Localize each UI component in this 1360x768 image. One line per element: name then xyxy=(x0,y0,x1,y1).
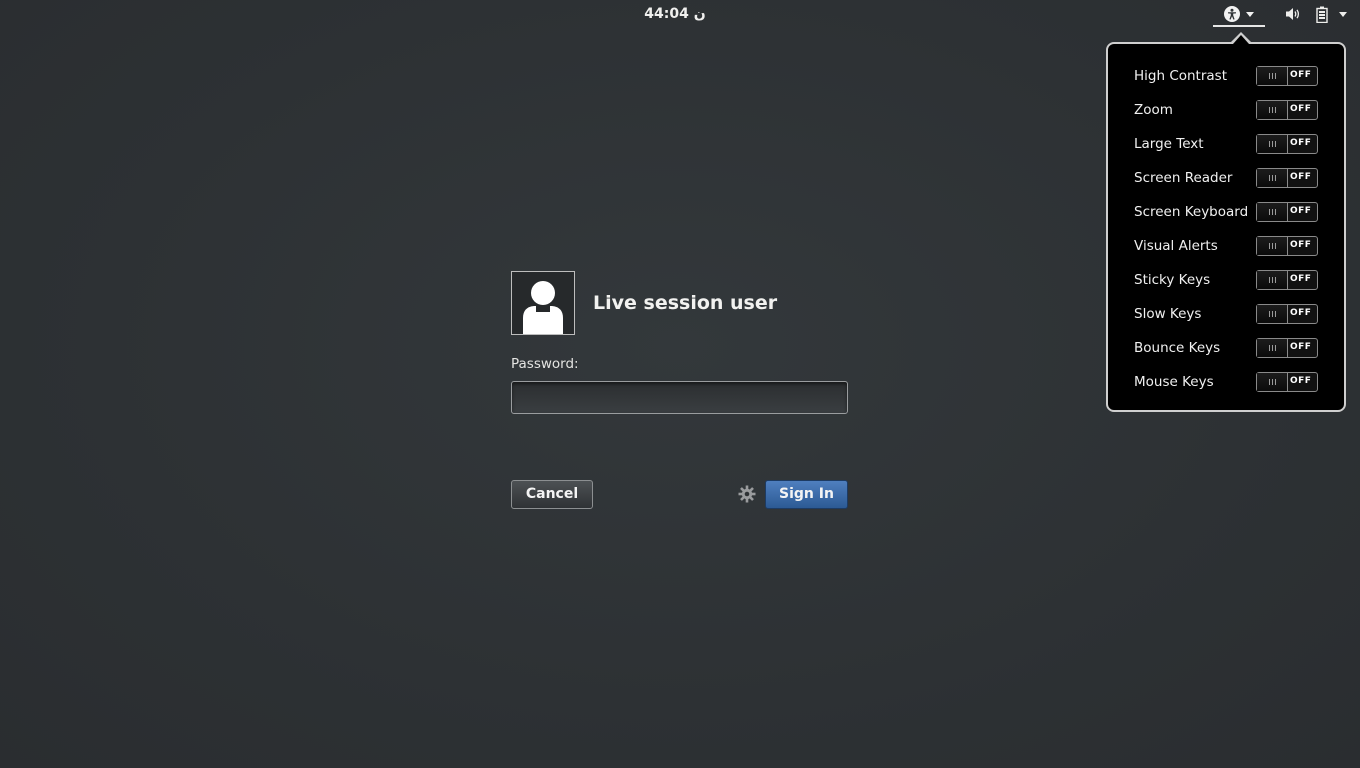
toggle-state-label: OFF xyxy=(1290,376,1312,386)
login-screen: 44:04 ن High Contrast OFF Zoom OFF Large Tex… xyxy=(0,0,1360,768)
toggle-switch[interactable]: OFF xyxy=(1256,66,1318,86)
toggle-state-label: OFF xyxy=(1290,206,1312,216)
accessibility-option-label: Large Text xyxy=(1134,136,1204,152)
accessibility-option-label: Screen Keyboard xyxy=(1134,204,1249,220)
speaker-icon[interactable] xyxy=(1285,7,1301,21)
accessibility-option[interactable]: Screen Keyboard OFF xyxy=(1134,202,1324,224)
toggle-switch[interactable]: OFF xyxy=(1256,168,1318,188)
accessibility-option-label: Sticky Keys xyxy=(1134,272,1211,288)
accessibility-option-label: Bounce Keys xyxy=(1134,340,1221,356)
toggle-knob[interactable] xyxy=(1257,271,1288,289)
accessibility-menu-button[interactable] xyxy=(1213,3,1265,27)
toggle-knob[interactable] xyxy=(1257,135,1288,153)
accessibility-option-label: Visual Alerts xyxy=(1134,238,1218,254)
toggle-switch[interactable]: OFF xyxy=(1256,270,1318,290)
gear-icon[interactable] xyxy=(738,485,756,503)
accessibility-option-label: Mouse Keys xyxy=(1134,374,1214,390)
toggle-switch[interactable]: OFF xyxy=(1256,202,1318,222)
accessibility-option[interactable]: Mouse Keys OFF xyxy=(1134,372,1324,394)
toggle-knob[interactable] xyxy=(1257,373,1288,391)
toggle-switch[interactable]: OFF xyxy=(1256,372,1318,392)
accessibility-popup: High Contrast OFF Zoom OFF Large Text OFF Scre… xyxy=(1106,42,1346,412)
accessibility-option[interactable]: Visual Alerts OFF xyxy=(1134,236,1324,258)
password-label: Password: xyxy=(511,356,579,372)
username-label: Live session user xyxy=(593,292,778,314)
toggle-switch[interactable]: OFF xyxy=(1256,304,1318,324)
toggle-switch[interactable]: OFF xyxy=(1256,100,1318,120)
chevron-down-icon xyxy=(1246,11,1254,17)
toggle-state-label: OFF xyxy=(1290,172,1312,182)
toggle-knob[interactable] xyxy=(1257,305,1288,323)
accessibility-option[interactable]: Sticky Keys OFF xyxy=(1134,270,1324,292)
cancel-button[interactable]: Cancel xyxy=(511,480,593,509)
toggle-state-label: OFF xyxy=(1290,104,1312,114)
accessibility-option[interactable]: Zoom OFF xyxy=(1134,100,1324,122)
toggle-knob[interactable] xyxy=(1257,339,1288,357)
toggle-knob[interactable] xyxy=(1257,203,1288,221)
toggle-state-label: OFF xyxy=(1290,70,1312,80)
system-menu-chevron-icon[interactable] xyxy=(1339,12,1347,18)
accessibility-option-label: Zoom xyxy=(1134,102,1173,118)
accessibility-option[interactable]: Screen Reader OFF xyxy=(1134,168,1324,190)
avatar xyxy=(511,271,575,335)
accessibility-option[interactable]: Slow Keys OFF xyxy=(1134,304,1324,326)
battery-icon[interactable] xyxy=(1316,6,1328,23)
accessibility-icon xyxy=(1224,6,1240,22)
clock-text: 44:04 ن xyxy=(644,6,706,22)
toggle-switch[interactable]: OFF xyxy=(1256,134,1318,154)
user-avatar-icon xyxy=(523,281,563,334)
toggle-knob[interactable] xyxy=(1257,169,1288,187)
accessibility-option[interactable]: Large Text OFF xyxy=(1134,134,1324,156)
toggle-knob[interactable] xyxy=(1257,67,1288,85)
toggle-state-label: OFF xyxy=(1290,240,1312,250)
accessibility-option-label: High Contrast xyxy=(1134,68,1228,84)
sign-in-button[interactable]: Sign In xyxy=(765,480,848,509)
accessibility-option-label: Screen Reader xyxy=(1134,170,1233,186)
accessibility-option[interactable]: High Contrast OFF xyxy=(1134,66,1324,88)
toggle-state-label: OFF xyxy=(1290,342,1312,352)
toggle-knob[interactable] xyxy=(1257,101,1288,119)
accessibility-option-label: Slow Keys xyxy=(1134,306,1202,322)
toggle-state-label: OFF xyxy=(1290,274,1312,284)
clock[interactable]: 44:04 ن xyxy=(0,4,1360,24)
toggle-switch[interactable]: OFF xyxy=(1256,338,1318,358)
toggle-knob[interactable] xyxy=(1257,237,1288,255)
toggle-state-label: OFF xyxy=(1290,308,1312,318)
toggle-switch[interactable]: OFF xyxy=(1256,236,1318,256)
popup-pointer-inner xyxy=(1233,35,1249,44)
toggle-state-label: OFF xyxy=(1290,138,1312,148)
password-input[interactable] xyxy=(511,381,848,414)
accessibility-option[interactable]: Bounce Keys OFF xyxy=(1134,338,1324,360)
